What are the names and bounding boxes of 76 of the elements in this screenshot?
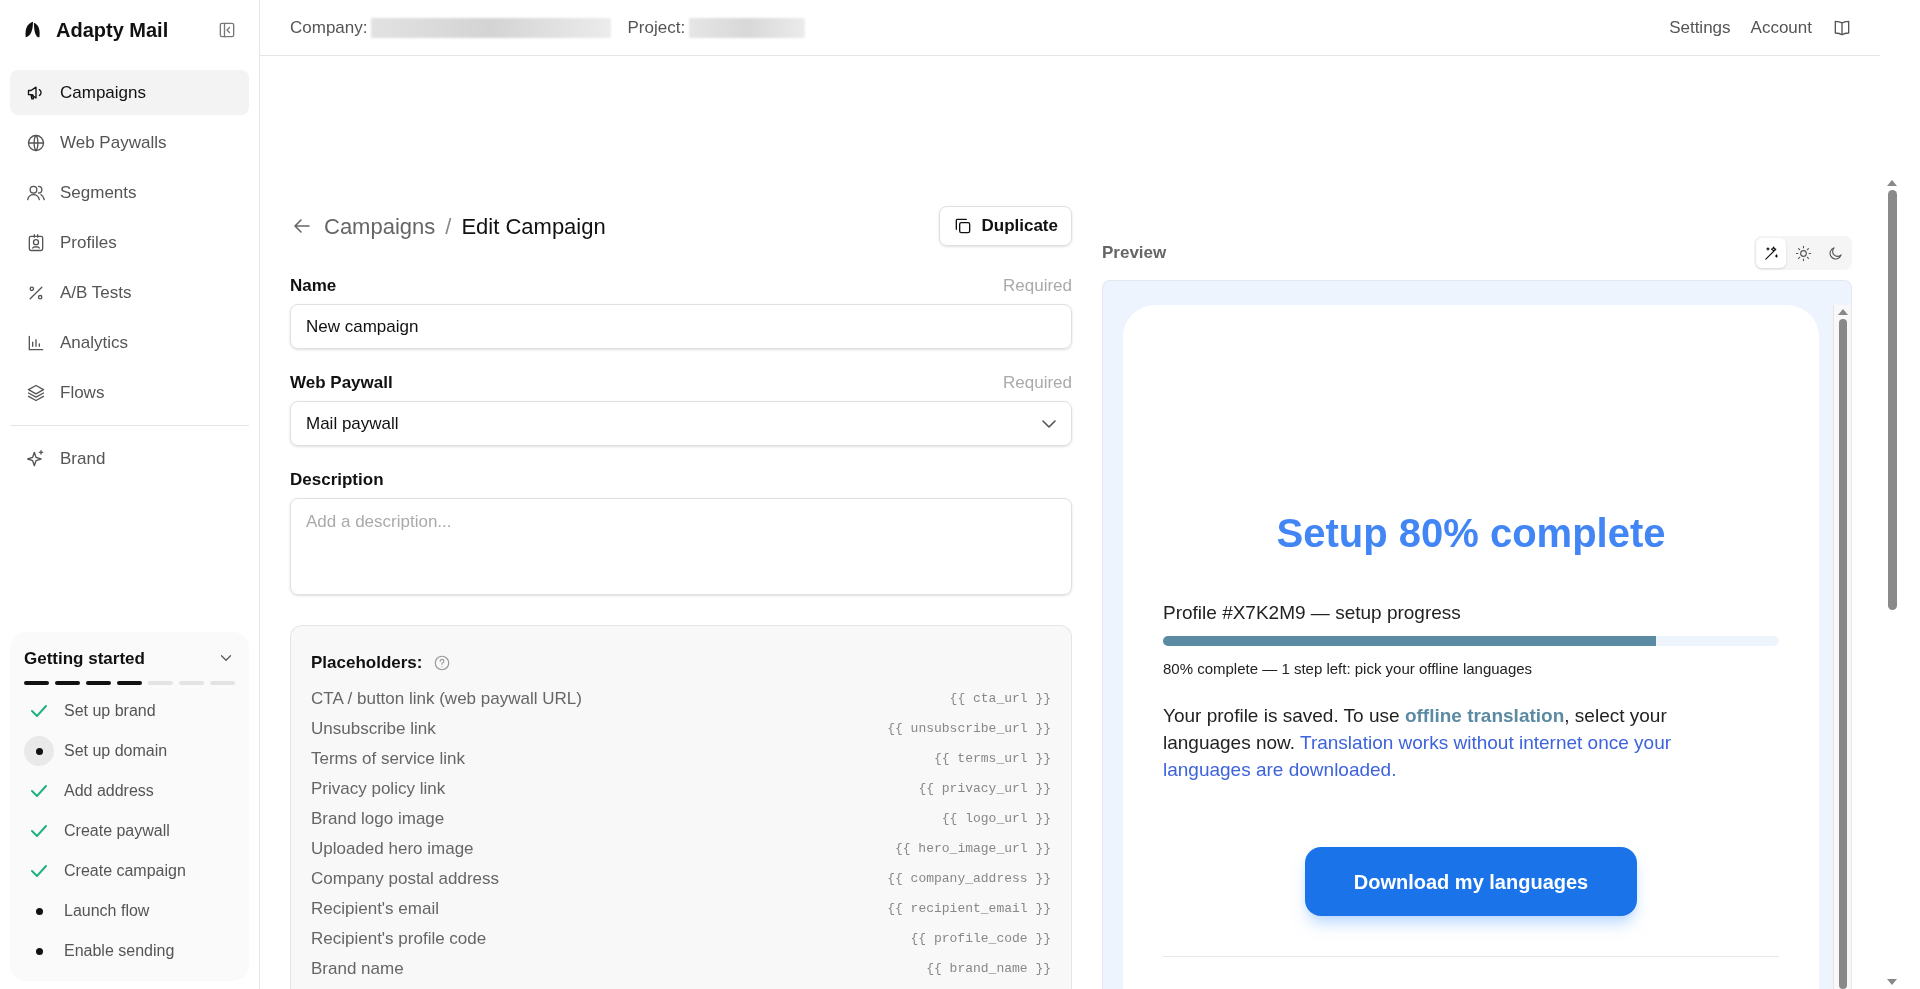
email-body-text: Your profile is saved. To use offline translation, select your languages now. Translation works without internet once your languages are downloaded. (1163, 704, 1673, 782)
breadcrumb-separator: / (445, 212, 452, 241)
nav-item[interactable]: A/B Tests (10, 270, 249, 315)
header-link[interactable]: Settings (1669, 14, 1731, 41)
field-label: Name (290, 274, 337, 297)
company-label: Company: (290, 16, 368, 39)
nav-item[interactable]: Segments (10, 170, 249, 215)
step-label[interactable]: Enable sending (64, 939, 175, 963)
step-label[interactable]: Add address (64, 779, 154, 803)
placeholder-token: {{ recipient_email }} (887, 899, 1051, 918)
scroll-up-icon[interactable] (1887, 180, 1897, 186)
step-label[interactable]: Launch flow (64, 899, 150, 923)
nav-item[interactable]: Campaigns (10, 70, 249, 115)
light-theme-icon (1794, 244, 1812, 262)
step-label[interactable]: Set up domain (64, 739, 168, 763)
page-title: Edit Campaign (461, 212, 607, 241)
paywall-dropdown[interactable]: Mail paywall (290, 401, 1072, 446)
placeholder-label: CTA / button link (web paywall URL) (311, 687, 582, 710)
card-title: Getting started (24, 647, 145, 670)
step-label[interactable]: Create campaign (64, 859, 186, 883)
progress-label: Profile #X7K2M9 — setup progress (1163, 601, 1462, 625)
placeholder-label: Recipient's profile code (311, 927, 487, 950)
sparkles-icon (26, 448, 46, 469)
required-hint: Required (1003, 274, 1072, 297)
placeholder-token: {{ unsubscribe_url }} (887, 719, 1051, 738)
globe-icon (26, 132, 46, 153)
preview-scrollbar[interactable] (1833, 305, 1851, 989)
nav-item[interactable]: Brand (10, 436, 249, 481)
nav-item[interactable]: Analytics (10, 320, 249, 365)
layers-icon (26, 382, 46, 403)
scroll-up-icon[interactable] (1837, 309, 1848, 315)
placeholder-label: Terms of service link (311, 747, 465, 770)
nav-item[interactable]: Web Paywalls (10, 120, 249, 165)
placeholder-label: Uploaded hero image (311, 837, 474, 860)
breadcrumb-link[interactable]: Campaigns (324, 209, 436, 243)
required-hint: Required (1003, 371, 1072, 394)
scroll-down-icon[interactable] (1887, 979, 1897, 985)
auto-theme-icon (1762, 244, 1780, 262)
step-label[interactable]: Set up brand (64, 699, 156, 723)
panel-title: Placeholders: (311, 652, 423, 674)
placeholder-label: Recipient's email (311, 897, 439, 920)
placeholder-token: {{ terms_url }} (933, 749, 1051, 768)
field-label: Description (290, 468, 384, 491)
placeholder-label: Unsubscribe link (311, 717, 436, 740)
header-link[interactable]: Account (1750, 14, 1812, 41)
chevron-down-icon (1042, 419, 1056, 428)
download-button[interactable]: Download my languages (1305, 847, 1637, 916)
nav-item[interactable]: Flows (10, 370, 249, 415)
progress-caption: 80% complete — 1 step left: pick your offline languages (1163, 658, 1534, 679)
description-field[interactable]: Add a description... (290, 498, 1072, 595)
placeholder-label: Privacy policy link (311, 777, 446, 800)
email-heading: Setup 80% complete (1275, 510, 1667, 557)
page-scrollbar[interactable] (1886, 180, 1898, 985)
help-icon[interactable] (432, 653, 451, 672)
placeholder-label: Brand logo image (311, 807, 445, 830)
placeholder-token: {{ cta_url }} (949, 689, 1051, 708)
field-label: Web Paywall (290, 371, 393, 394)
duplicate-button[interactable]: Duplicate (939, 206, 1072, 246)
placeholder-label: Brand name (311, 957, 404, 980)
placeholder-token: {{ profile_code }} (910, 929, 1051, 948)
sidebar-toggle-icon[interactable] (217, 20, 237, 40)
project-label: Project: (627, 16, 686, 39)
nav-item[interactable]: Profiles (10, 220, 249, 265)
placeholder-token: {{ brand_name }} (926, 959, 1051, 978)
preview-title: Preview (1102, 242, 1167, 265)
name-field[interactable]: New campaign (290, 304, 1072, 349)
app-name: Adapty Mail (56, 18, 170, 43)
placeholder-token: {{ logo_url }} (941, 809, 1051, 828)
placeholder-token: {{ company_address }} (887, 869, 1051, 888)
auto-theme-button[interactable] (1756, 238, 1786, 268)
dark-theme-icon (1826, 244, 1844, 262)
placeholder-token: {{ hero_image_url }} (894, 839, 1051, 858)
placeholder-label: Company postal address (311, 867, 500, 890)
step-label[interactable]: Create paywall (64, 819, 170, 843)
badge-icon (26, 232, 46, 253)
placeholder-token: {{ privacy_url }} (918, 779, 1051, 798)
